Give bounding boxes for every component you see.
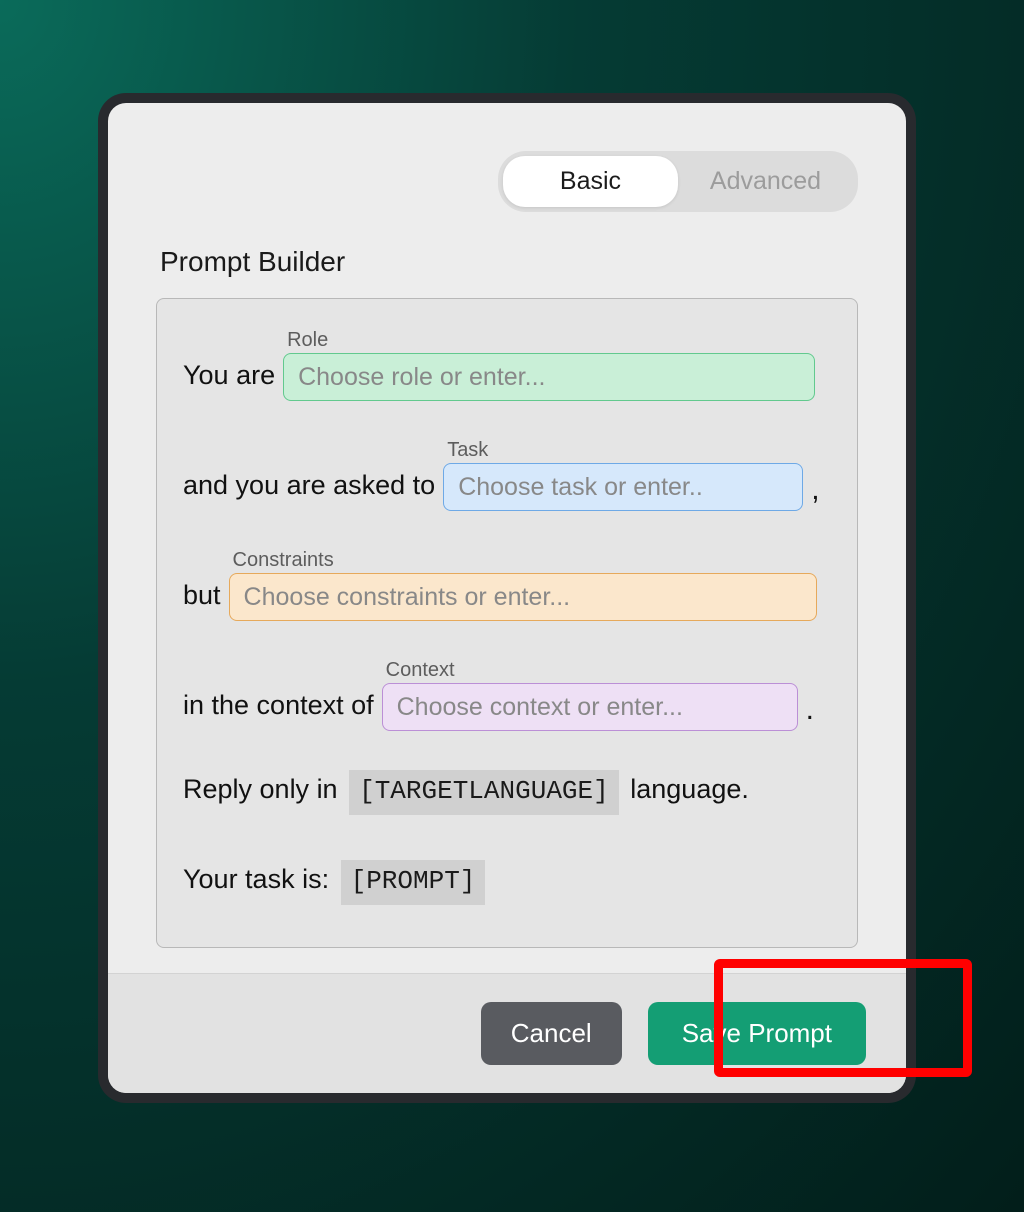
text-but: but	[183, 575, 221, 622]
dialog-footer: Cancel Save Prompt	[108, 973, 906, 1093]
role-input[interactable]	[283, 353, 815, 401]
builder-box: You are Role and you are asked to Task ,	[156, 298, 858, 948]
text-you-are: You are	[183, 355, 275, 402]
role-label: Role	[283, 329, 815, 352]
context-input[interactable]	[382, 683, 798, 731]
task-label: Task	[443, 439, 803, 462]
task-field-wrap: Task	[443, 439, 803, 511]
text-asked-to: and you are asked to	[183, 465, 435, 512]
constraints-field-wrap: Constraints	[229, 549, 817, 621]
section-title: Prompt Builder	[160, 246, 858, 278]
prompt-builder-dialog: Basic Advanced Prompt Builder You are Ro…	[108, 103, 906, 1093]
text-context-of: in the context of	[183, 685, 374, 732]
row-task: and you are asked to Task ,	[183, 439, 831, 511]
task-line-prefix: Your task is:	[183, 864, 329, 894]
reply-suffix: language.	[630, 774, 749, 804]
context-field-wrap: Context	[382, 659, 798, 731]
dialog-body: Basic Advanced Prompt Builder You are Ro…	[108, 103, 906, 973]
reply-prefix: Reply only in	[183, 774, 338, 804]
constraints-input[interactable]	[229, 573, 817, 621]
tab-basic[interactable]: Basic	[503, 156, 678, 207]
dialog-frame: Basic Advanced Prompt Builder You are Ro…	[98, 93, 916, 1103]
text-reply-only: Reply only in [TARGETLANGUAGE] language.	[183, 769, 749, 821]
row-language: Reply only in [TARGETLANGUAGE] language.	[183, 769, 831, 821]
text-your-task-is: Your task is: [PROMPT]	[183, 859, 489, 911]
row-context: in the context of Context .	[183, 659, 831, 731]
cancel-button[interactable]: Cancel	[481, 1002, 622, 1065]
prompt-token: [PROMPT]	[341, 860, 486, 905]
task-input[interactable]	[443, 463, 803, 511]
row-constraints: but Constraints	[183, 549, 831, 621]
constraints-label: Constraints	[229, 549, 817, 572]
mode-tab-switch: Basic Advanced	[498, 151, 858, 212]
row-prompt: Your task is: [PROMPT]	[183, 859, 831, 911]
role-field-wrap: Role	[283, 329, 815, 401]
context-label: Context	[382, 659, 798, 682]
row-role: You are Role	[183, 329, 831, 401]
save-prompt-button[interactable]: Save Prompt	[648, 1002, 866, 1065]
tab-advanced[interactable]: Advanced	[678, 156, 853, 207]
period-after-context: .	[806, 693, 814, 731]
comma-after-task: ,	[811, 473, 819, 511]
target-language-token: [TARGETLANGUAGE]	[349, 770, 619, 815]
